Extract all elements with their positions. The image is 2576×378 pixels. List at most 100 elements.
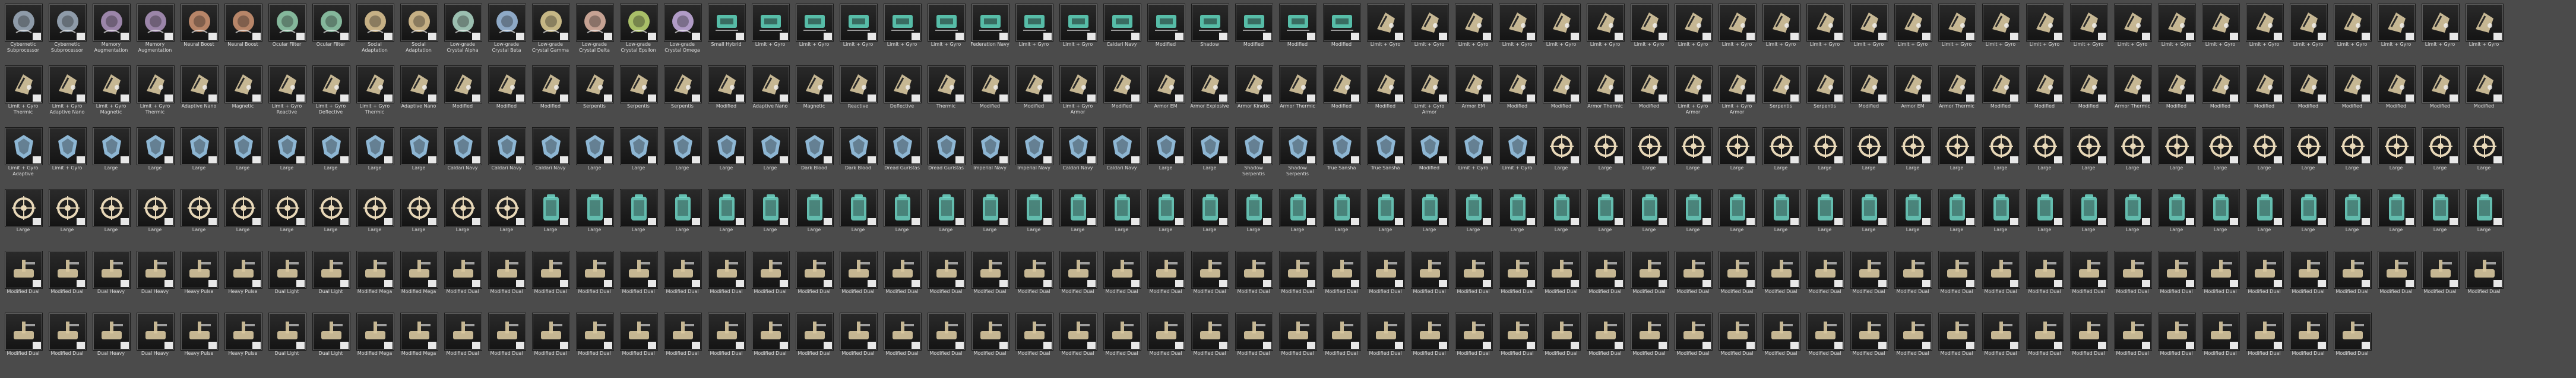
item-tile[interactable]: Large [1366, 188, 1405, 247]
item-tile[interactable]: Large [2245, 126, 2284, 185]
item-tile[interactable]: Dual Heavy [91, 250, 131, 309]
item-tile[interactable]: Large [2420, 188, 2460, 247]
item-tile[interactable]: Dread Guristas [882, 126, 922, 185]
item-tile[interactable]: Limit + Gyro [1629, 2, 1669, 62]
item-tile[interactable]: Large [135, 188, 175, 247]
item-tile[interactable]: Modified [487, 64, 526, 124]
item-tile[interactable]: Modified Dual [838, 311, 878, 371]
item-tile[interactable]: Large [223, 126, 262, 185]
item-tile[interactable]: Large [355, 188, 394, 247]
item-tile[interactable]: Limit + Gyro Adaptive [4, 126, 43, 185]
item-tile[interactable]: Modified Dual [575, 311, 614, 371]
item-tile[interactable]: Modified Dual [1498, 311, 1537, 371]
item-tile[interactable]: Modified Dual [1673, 250, 1713, 309]
item-tile[interactable]: Armor Thermic [1937, 64, 1976, 124]
item-tile[interactable]: Modified Dual [2113, 311, 2152, 371]
item-tile[interactable]: Modified Dual [1805, 311, 1844, 371]
item-tile[interactable]: Modified Dual [48, 250, 87, 309]
item-tile[interactable]: Modified Dual [707, 250, 746, 309]
item-tile[interactable]: Modified Dual [1542, 250, 1581, 309]
item-tile[interactable]: Large [1146, 188, 1185, 247]
item-tile[interactable]: Large [1717, 126, 1757, 185]
item-tile[interactable]: Large [1058, 188, 1097, 247]
item-tile[interactable]: Cybernetic Subprocessor [48, 2, 87, 62]
item-tile[interactable]: Large [970, 188, 1009, 247]
item-tile[interactable]: Large [2420, 126, 2460, 185]
item-tile[interactable]: Modified Dual [2333, 250, 2372, 309]
item-tile[interactable]: Caldari Navy [1102, 2, 1141, 62]
item-tile[interactable]: True Sansha [1322, 126, 1361, 185]
item-tile[interactable]: Modified Dual [2289, 250, 2328, 309]
item-tile[interactable]: Large [2464, 188, 2504, 247]
item-tile[interactable]: Modified Dual [2201, 311, 2240, 371]
item-tile[interactable]: Modified Dual [1629, 250, 1669, 309]
item-tile[interactable]: Modified [2289, 64, 2328, 124]
item-tile[interactable]: Large [2025, 188, 2064, 247]
item-tile[interactable]: Large [1190, 126, 1229, 185]
item-tile[interactable]: Modified [1322, 2, 1361, 62]
item-tile[interactable]: Modified Dual [619, 250, 658, 309]
item-tile[interactable]: Modified Dual [1629, 311, 1669, 371]
item-tile[interactable]: Caldari Navy [443, 126, 482, 185]
item-tile[interactable]: Modified Dual [1981, 311, 2020, 371]
item-tile[interactable]: Modified Dual [1146, 250, 1185, 309]
item-tile[interactable]: Modified Dual [970, 311, 1009, 371]
item-tile[interactable]: Limit + Gyro [1454, 126, 1493, 185]
item-tile[interactable]: Large [311, 188, 350, 247]
item-tile[interactable]: Limit + Gyro [1586, 2, 1625, 62]
item-tile[interactable]: Heavy Pulse [179, 311, 219, 371]
item-tile[interactable]: Modified Dual [1761, 250, 1800, 309]
item-tile[interactable]: Modified Dual [1278, 250, 1317, 309]
item-tile[interactable]: Modified Dual [487, 250, 526, 309]
item-tile[interactable]: Low-grade Crystal Delta [575, 2, 614, 62]
item-tile[interactable]: Large [531, 188, 570, 247]
item-tile[interactable]: Modified [707, 64, 746, 124]
item-tile[interactable]: Modified Dual [751, 250, 790, 309]
item-tile[interactable]: Deflective [882, 64, 922, 124]
item-tile[interactable]: Large [48, 188, 87, 247]
item-tile[interactable]: Modified Dual [1849, 311, 1888, 371]
item-tile[interactable]: Caldari Navy [1058, 126, 1097, 185]
item-tile[interactable]: Heavy Pulse [223, 311, 262, 371]
item-tile[interactable]: Modified Mega [355, 250, 394, 309]
item-tile[interactable]: Dual Light [311, 250, 350, 309]
item-tile[interactable]: Low-grade Crystal Alpha [443, 2, 482, 62]
item-tile[interactable]: Adaptive Nano [179, 64, 219, 124]
item-tile[interactable]: Limit + Gyro [2376, 2, 2416, 62]
item-tile[interactable]: Modified [970, 64, 1009, 124]
item-tile[interactable]: Large [2289, 188, 2328, 247]
item-tile[interactable]: Large [91, 126, 131, 185]
item-tile[interactable]: Modified [1234, 2, 1273, 62]
item-tile[interactable]: Limit + Gyro Deflective [311, 64, 350, 124]
item-tile[interactable]: Caldari Navy [531, 126, 570, 185]
item-tile[interactable]: Modified [1278, 2, 1317, 62]
item-tile[interactable]: Magnetic [223, 64, 262, 124]
item-tile[interactable]: Serpentis [575, 64, 614, 124]
item-tile[interactable]: Modified Dual [663, 311, 702, 371]
item-tile[interactable]: Limit + Gyro [1673, 2, 1713, 62]
item-tile[interactable]: True Sansha [1366, 126, 1405, 185]
item-tile[interactable]: Modified [2069, 64, 2108, 124]
item-tile[interactable]: Large [2333, 188, 2372, 247]
item-tile[interactable]: Limit + Gyro Thermic [4, 64, 43, 124]
item-tile[interactable]: Modified Dual [1102, 311, 1141, 371]
item-tile[interactable]: Large [2113, 188, 2152, 247]
item-tile[interactable]: Modified Dual [882, 311, 922, 371]
item-tile[interactable]: Large [838, 188, 878, 247]
item-tile[interactable]: Large [311, 126, 350, 185]
item-tile[interactable]: Dark Blood [838, 126, 878, 185]
item-tile[interactable]: Modified Dual [1586, 250, 1625, 309]
item-tile[interactable]: Modified [2376, 64, 2416, 124]
item-tile[interactable]: Large [1322, 188, 1361, 247]
item-tile[interactable]: Modified Dual [882, 250, 922, 309]
item-tile[interactable]: Large [1761, 126, 1800, 185]
item-tile[interactable]: Adaptive Nano [751, 64, 790, 124]
item-tile[interactable]: Large [1717, 188, 1757, 247]
item-tile[interactable]: Large [1937, 188, 1976, 247]
item-tile[interactable]: Dual Heavy [91, 311, 131, 371]
item-tile[interactable]: Modified Dual [2025, 311, 2064, 371]
item-tile[interactable]: Modified [1146, 2, 1185, 62]
item-tile[interactable]: Large [2201, 126, 2240, 185]
item-tile[interactable]: Modified Dual [1937, 250, 1976, 309]
item-tile[interactable]: Modified Dual [1849, 250, 1888, 309]
